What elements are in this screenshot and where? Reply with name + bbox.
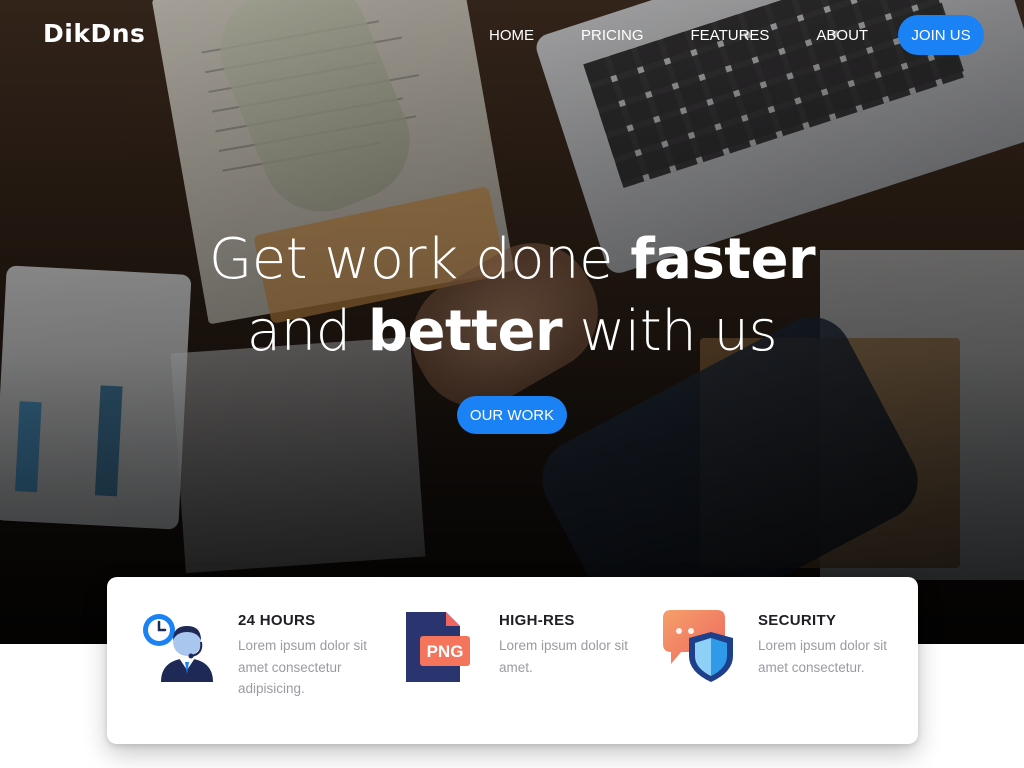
feature-title: HIGH-RES: [499, 612, 575, 629]
support-agent-clock-icon: [141, 610, 215, 686]
feature-title: SECURITY: [758, 612, 837, 629]
our-work-button[interactable]: OUR WORK: [457, 396, 567, 434]
feature-24-hours: 24 HOURS Lorem ipsum dolor sit amet cons…: [107, 577, 377, 744]
join-us-button[interactable]: JOIN US: [898, 15, 984, 55]
png-file-icon: PNG: [402, 610, 472, 688]
feature-description: Lorem ipsum dolor sit amet consectetur.: [758, 638, 888, 675]
nav-features[interactable]: FEATURES: [691, 26, 770, 46]
nav-home[interactable]: HOME: [489, 26, 534, 46]
nav-pricing[interactable]: PRICING: [581, 26, 644, 46]
feature-high-res: PNG HIGH-RES Lorem ipsum dolor sit amet.: [377, 577, 647, 744]
feature-title: 24 HOURS: [238, 612, 316, 629]
png-label: PNG: [427, 642, 464, 661]
brand-logo[interactable]: DikDns: [43, 19, 145, 48]
features-card: 24 HOURS Lorem ipsum dolor sit amet cons…: [107, 577, 918, 744]
hero-headline: Get work done faster and better with us: [208, 227, 816, 364]
main-nav: HOME PRICING FEATURES ABOUT: [489, 26, 915, 46]
feature-description: Lorem ipsum dolor sit amet consectetur a…: [238, 638, 368, 696]
nav-about[interactable]: ABOUT: [816, 26, 868, 46]
feature-security: SECURITY Lorem ipsum dolor sit amet cons…: [647, 577, 918, 744]
feature-description: Lorem ipsum dolor sit amet.: [499, 638, 629, 675]
shield-chat-icon: [661, 610, 735, 688]
